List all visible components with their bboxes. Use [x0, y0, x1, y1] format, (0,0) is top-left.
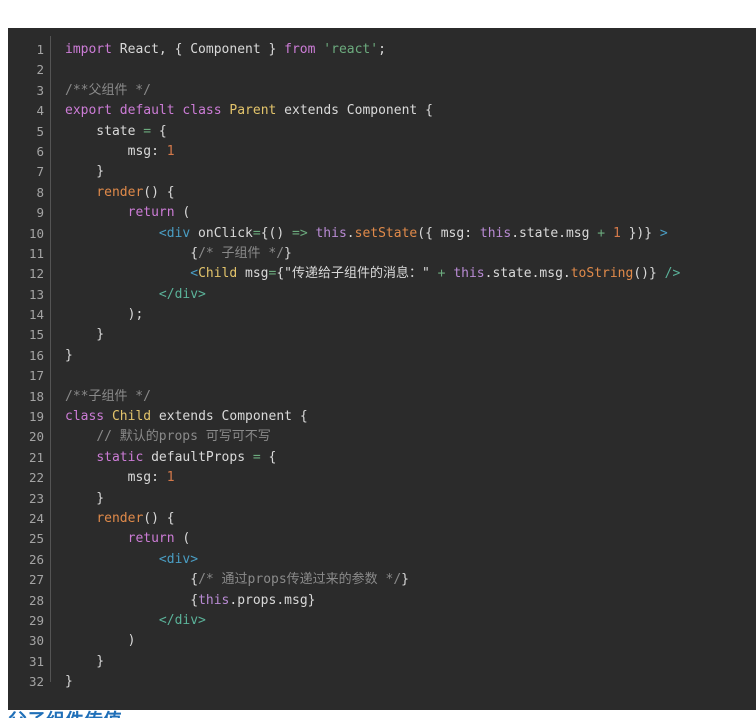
line-number: 1 [36, 42, 44, 57]
code-line: // 默认的props 可写可不写 [65, 427, 756, 447]
line-number: 24 [28, 510, 44, 526]
token-fn-render: render [96, 184, 144, 200]
code-line: </div> [65, 285, 756, 305]
code-line: } [65, 674, 73, 690]
line-number: 32 [28, 674, 44, 690]
line-number: 12 [28, 266, 44, 282]
code-line: {this.props.msg} [65, 592, 316, 608]
line-number: 4 [36, 103, 44, 119]
code-line: return ( [127, 205, 191, 221]
line-number: 27 [28, 572, 44, 588]
line-number: 10 [28, 225, 44, 241]
code-line: msg: 1 [65, 143, 175, 159]
code-line: } [65, 327, 105, 343]
line-number-gutter: 1 2 3 4 5 6 7 8 9 10 11 12 13 14 15 16 1… [8, 28, 50, 710]
token-comment-props: /* 通过props传递过来的参数 */ [198, 572, 402, 588]
line-number: 20 [28, 429, 44, 445]
code-line: ) [65, 633, 136, 649]
code-line: return ( [127, 531, 191, 547]
line-number: 26 [28, 551, 44, 567]
line-number: 13 [28, 286, 44, 302]
bottom-section-heading: 父子组件传值 [8, 710, 268, 718]
token-jsx-child: Child [198, 266, 238, 282]
line-number: 7 [36, 164, 44, 180]
token-fn-tostring: toString [570, 266, 634, 282]
code-line: static defaultProps = { [96, 449, 277, 465]
bottom-section-heading-text: 父子组件传值 [8, 710, 268, 718]
code-line: {/* 子组件 */} [65, 245, 292, 261]
token-jsx-div-close: </div> [158, 286, 206, 302]
token-jsx-div-open: <div [158, 225, 191, 241]
line-number: 11 [28, 245, 44, 261]
code-block[interactable]: 1 2 3 4 5 6 7 8 9 10 11 12 13 14 15 16 1… [8, 28, 756, 710]
line-number: 15 [28, 327, 44, 343]
code-line: /**子组件 */ [65, 387, 756, 407]
code-line: render() { [96, 510, 175, 526]
code-line: </div> [158, 612, 206, 628]
code-line: {/* 通过props传递过来的参数 */} [65, 572, 409, 588]
token-comment-parent: /**父组件 */ [65, 82, 151, 98]
code-line: ); [65, 307, 144, 323]
line-number: 22 [28, 470, 44, 486]
line-number: 18 [28, 388, 44, 404]
code-line: <div onClick={() => this.setState({ msg:… [158, 225, 668, 241]
line-number: 9 [36, 205, 44, 221]
line-number: 28 [28, 592, 44, 608]
line-number: 14 [28, 307, 44, 323]
code-content[interactable]: import React, { Component } from 'react'… [51, 28, 756, 710]
line-number: 30 [28, 633, 44, 649]
token-class-parent: Parent [229, 103, 277, 119]
code-line: import React, { Component } from 'react'… [65, 42, 386, 57]
code-line: } [65, 653, 105, 669]
token-fn-setstate: setState [354, 225, 418, 241]
code-line: <Child msg={"传递给子组件的消息：" + this.state.ms… [190, 266, 681, 282]
token-comment-child: /**子组件 */ [65, 388, 151, 404]
line-number: 21 [28, 449, 44, 465]
code-line: msg: 1 [65, 470, 175, 486]
code-line: } [65, 347, 73, 363]
code-line: } [65, 490, 105, 506]
code-line: class Child extends Component { [65, 409, 308, 425]
line-number: 6 [36, 143, 44, 159]
token-string-react: 'react' [323, 42, 379, 57]
line-number: 25 [28, 531, 44, 547]
code-line: state = { [65, 123, 167, 139]
line-number: 8 [36, 184, 44, 200]
line-number: 23 [28, 490, 44, 506]
line-number: 2 [36, 62, 44, 78]
code-line: export default class Parent extends Comp… [65, 103, 433, 119]
token-comment-defaultprops: // 默认的props 可写可不写 [96, 429, 271, 445]
code-line: } [65, 164, 105, 180]
line-number: 31 [28, 653, 44, 669]
token-comment-child-jsx: /* 子组件 */ [198, 245, 285, 261]
token-class-child: Child [111, 409, 152, 425]
code-line: /**父组件 */ [65, 81, 756, 101]
code-line: <div> [158, 551, 199, 567]
code-line: render() { [96, 184, 175, 200]
page-root: 1 2 3 4 5 6 7 8 9 10 11 12 13 14 15 16 1… [0, 0, 756, 718]
token-number: 1 [166, 143, 175, 159]
line-number: 16 [28, 347, 44, 363]
line-number: 3 [36, 82, 44, 98]
token-keyword-from: from [284, 42, 316, 57]
line-number: 17 [28, 368, 44, 384]
line-number: 5 [36, 123, 44, 139]
token-string-message: "传递给子组件的消息：" [284, 266, 430, 282]
token-keyword-import: import [65, 42, 112, 57]
line-number: 29 [28, 612, 44, 628]
line-number: 19 [28, 409, 44, 425]
